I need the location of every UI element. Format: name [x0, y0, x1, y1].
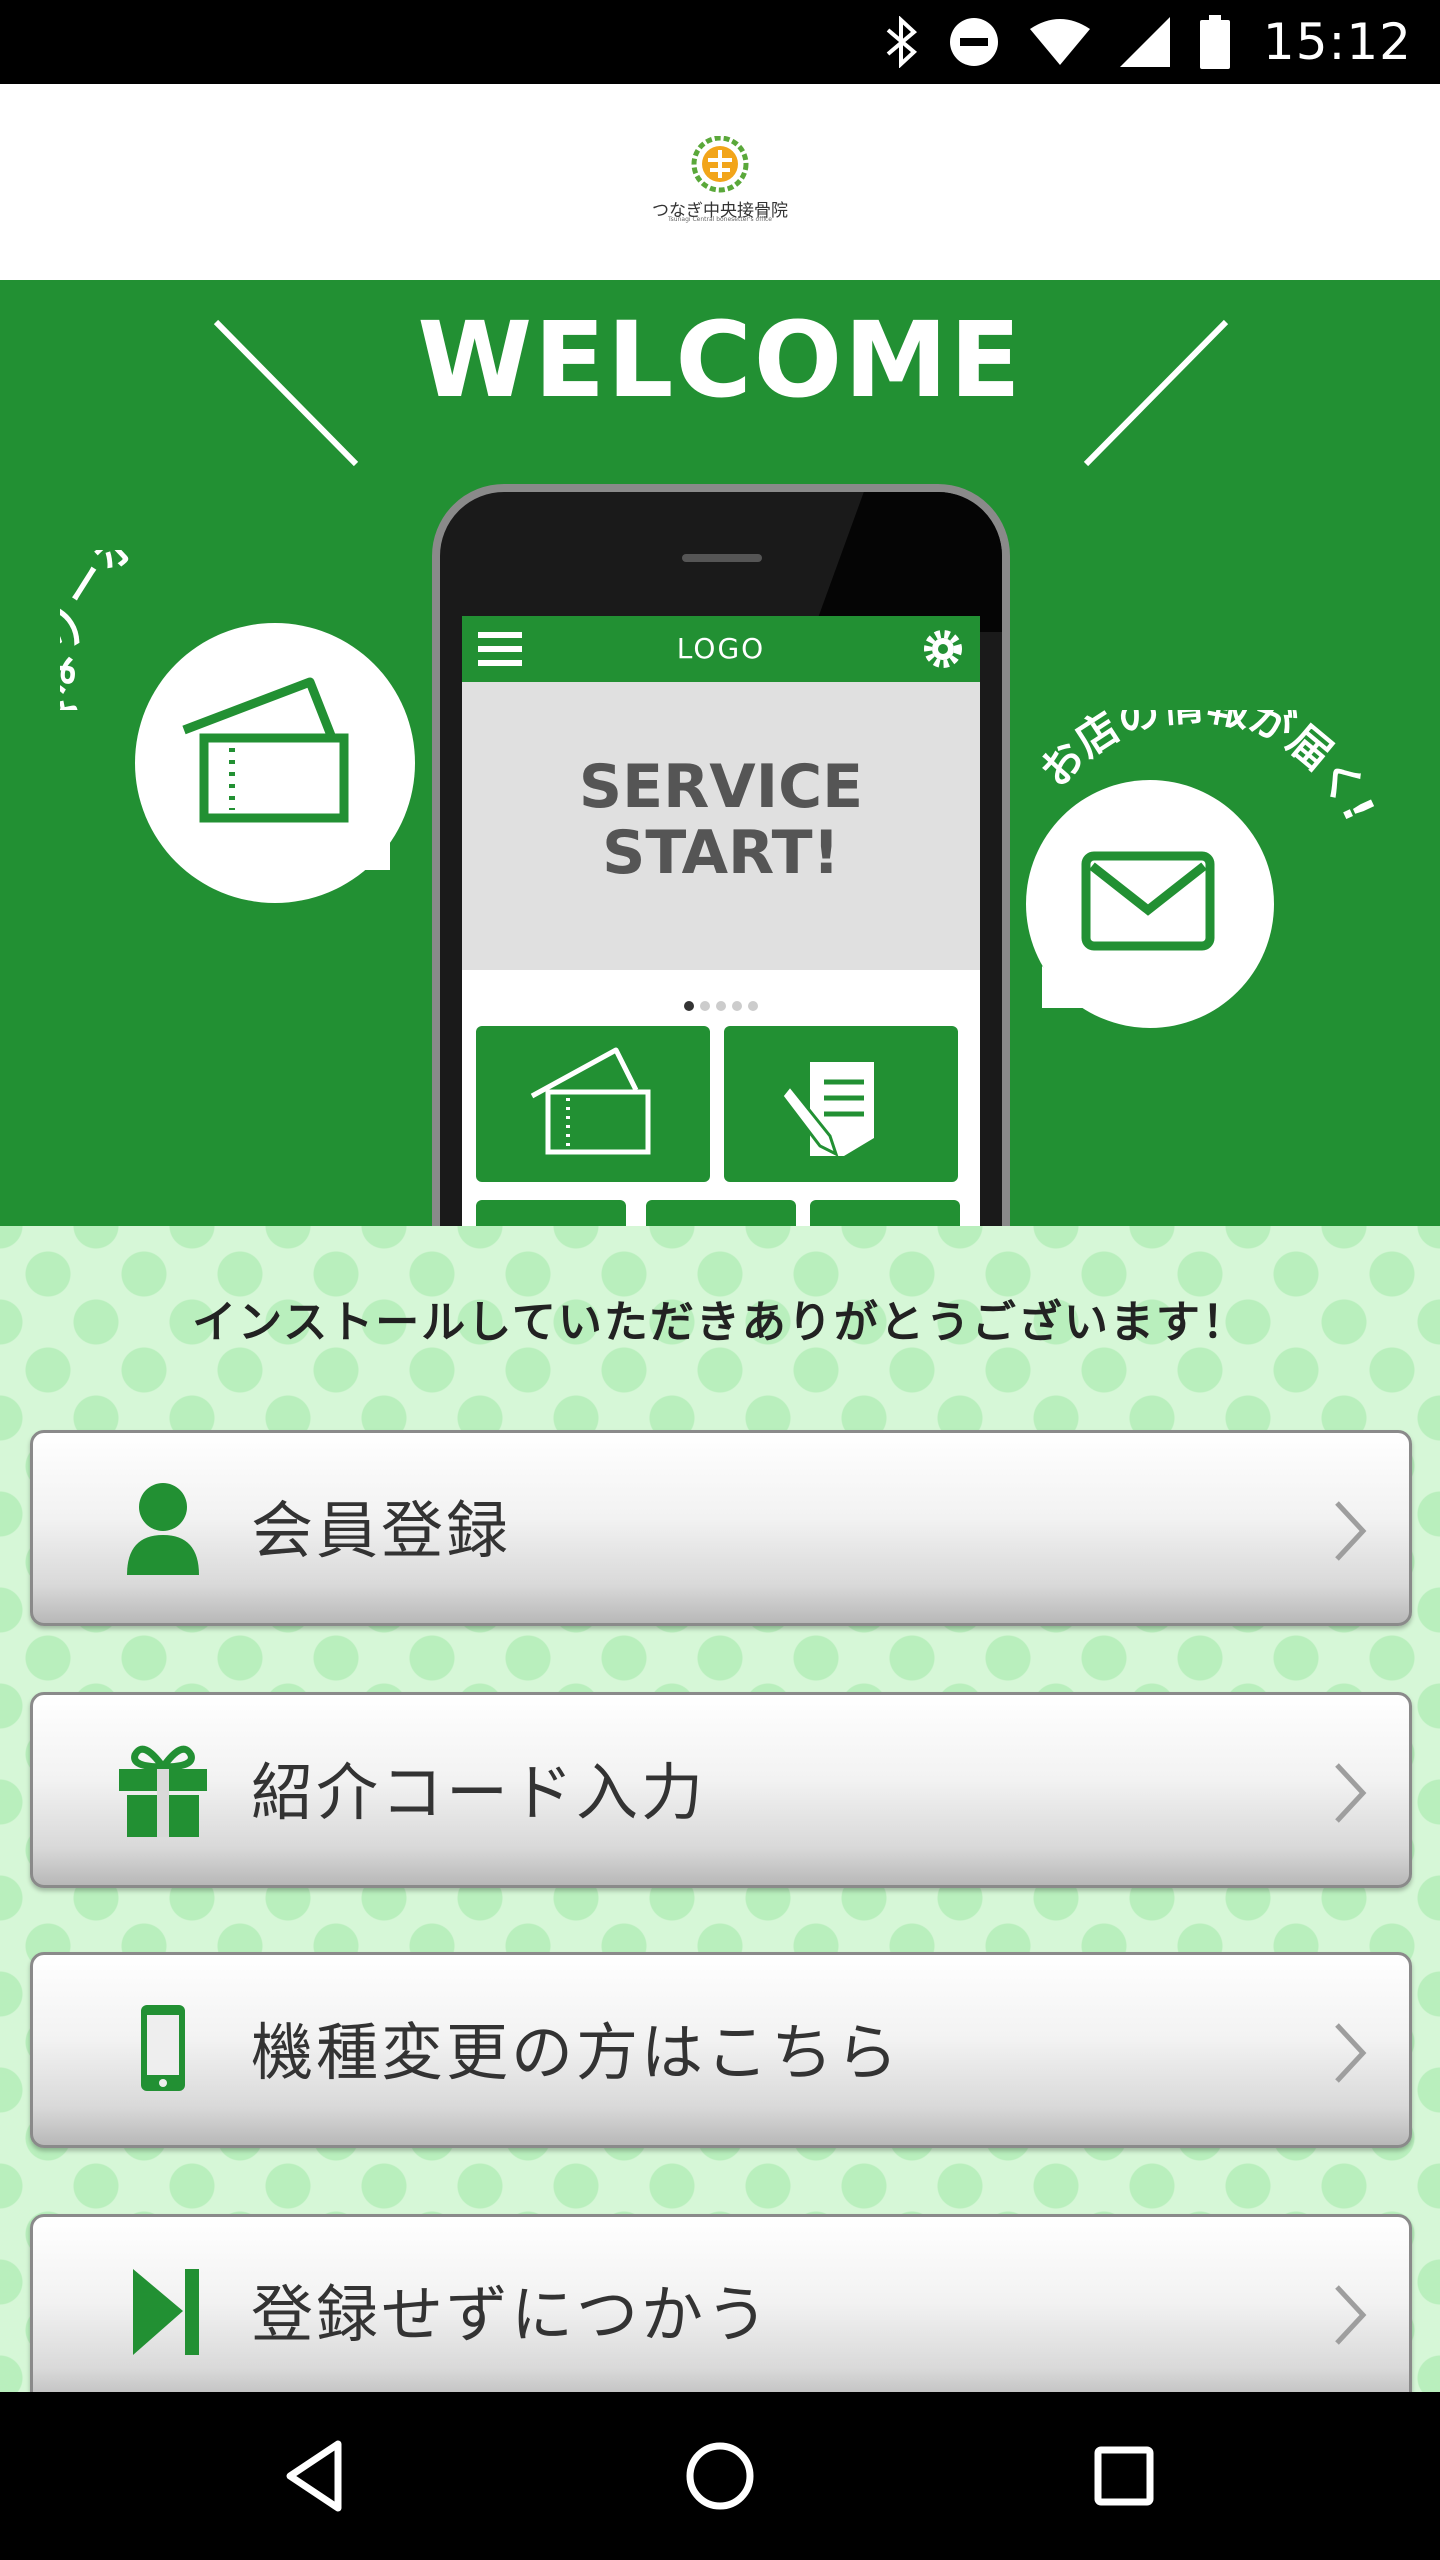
- smartphone-icon: [141, 2005, 185, 2091]
- mock-app-logo: LOGO: [676, 632, 766, 665]
- use-without-registration-button[interactable]: 登録せずにつかう: [30, 2214, 1412, 2410]
- mock-coupon-tile: [476, 1026, 710, 1182]
- thanks-message: インストールしていただきありがとうございます！: [192, 1297, 1248, 1348]
- mock-banner-line2: START!: [602, 818, 840, 888]
- coupon-bubble: [135, 623, 415, 903]
- gift-icon: [119, 1745, 207, 1837]
- status-bar: 15:12: [0, 0, 1440, 84]
- chevron-right-icon: [1335, 2023, 1367, 2083]
- phone-speaker: [682, 554, 762, 562]
- clinic-name-english: Tsunagi Central bonesetter's office: [667, 216, 772, 223]
- back-icon[interactable]: [276, 2436, 356, 2516]
- battery-icon: [1200, 15, 1230, 69]
- wifi-icon: [1030, 19, 1090, 65]
- skip-icon: [133, 2269, 199, 2355]
- mail-icon: [1081, 851, 1215, 951]
- do-not-disturb-icon: [950, 18, 998, 66]
- info-bubble: [1026, 780, 1274, 1028]
- clock: 15:12: [1262, 13, 1412, 71]
- person-icon: [127, 1483, 199, 1575]
- chevron-right-icon: [1335, 1763, 1367, 1823]
- chevron-right-icon: [1335, 1501, 1367, 1561]
- signal-icon: [1120, 17, 1170, 67]
- mock-tile: [646, 1200, 796, 1226]
- mock-memo-tile: [724, 1026, 958, 1182]
- member-registration-button[interactable]: 会員登録: [30, 1430, 1412, 1626]
- status-icons: [884, 12, 1230, 72]
- phone-screen: LOGO SERVICE START!: [462, 616, 980, 1226]
- clinic-logo-mark-icon: [691, 136, 749, 193]
- welcome-hero: WELCOME お得なクーポンや お店の情報が届く!: [0, 280, 1440, 1226]
- device-change-button[interactable]: 機種変更の方はこちら: [30, 1952, 1412, 2148]
- phone-mockup: LOGO SERVICE START!: [432, 484, 1010, 1226]
- app-header: つなぎ中央接骨院 Tsunagi Central bonesetter's of…: [0, 84, 1440, 280]
- welcome-title: WELCOME: [417, 299, 1023, 421]
- menu-label: 機種変更の方はこちら: [251, 2016, 902, 2089]
- home-icon[interactable]: [680, 2436, 760, 2516]
- memo-icon: [780, 1062, 874, 1157]
- mock-tile: [476, 1200, 626, 1226]
- menu-label: 紹介コード入力: [251, 1756, 707, 1829]
- mock-banner-line1: SERVICE: [578, 752, 864, 822]
- system-nav-bar: [0, 2392, 1440, 2560]
- clinic-logo: つなぎ中央接骨院 Tsunagi Central bonesetter's of…: [648, 136, 792, 236]
- menu-label: 会員登録: [251, 1494, 512, 1567]
- mock-tile: [810, 1200, 960, 1226]
- mock-banner: SERVICE START!: [462, 682, 980, 970]
- welcome-actions: インストールしていただきありがとうございます！ 会員登録 紹介コード入力 機種変…: [0, 1226, 1440, 2410]
- ticket-icon: [530, 1047, 651, 1155]
- gear-icon: [924, 630, 962, 668]
- menu-label: 登録せずにつかう: [251, 2278, 772, 2351]
- mock-app-bar: LOGO: [462, 616, 980, 682]
- chevron-right-icon: [1335, 2285, 1367, 2345]
- mock-pager-dots: [462, 996, 980, 1015]
- recents-icon[interactable]: [1084, 2436, 1164, 2516]
- bluetooth-icon: [886, 16, 918, 68]
- referral-code-button[interactable]: 紹介コード入力: [30, 1692, 1412, 1888]
